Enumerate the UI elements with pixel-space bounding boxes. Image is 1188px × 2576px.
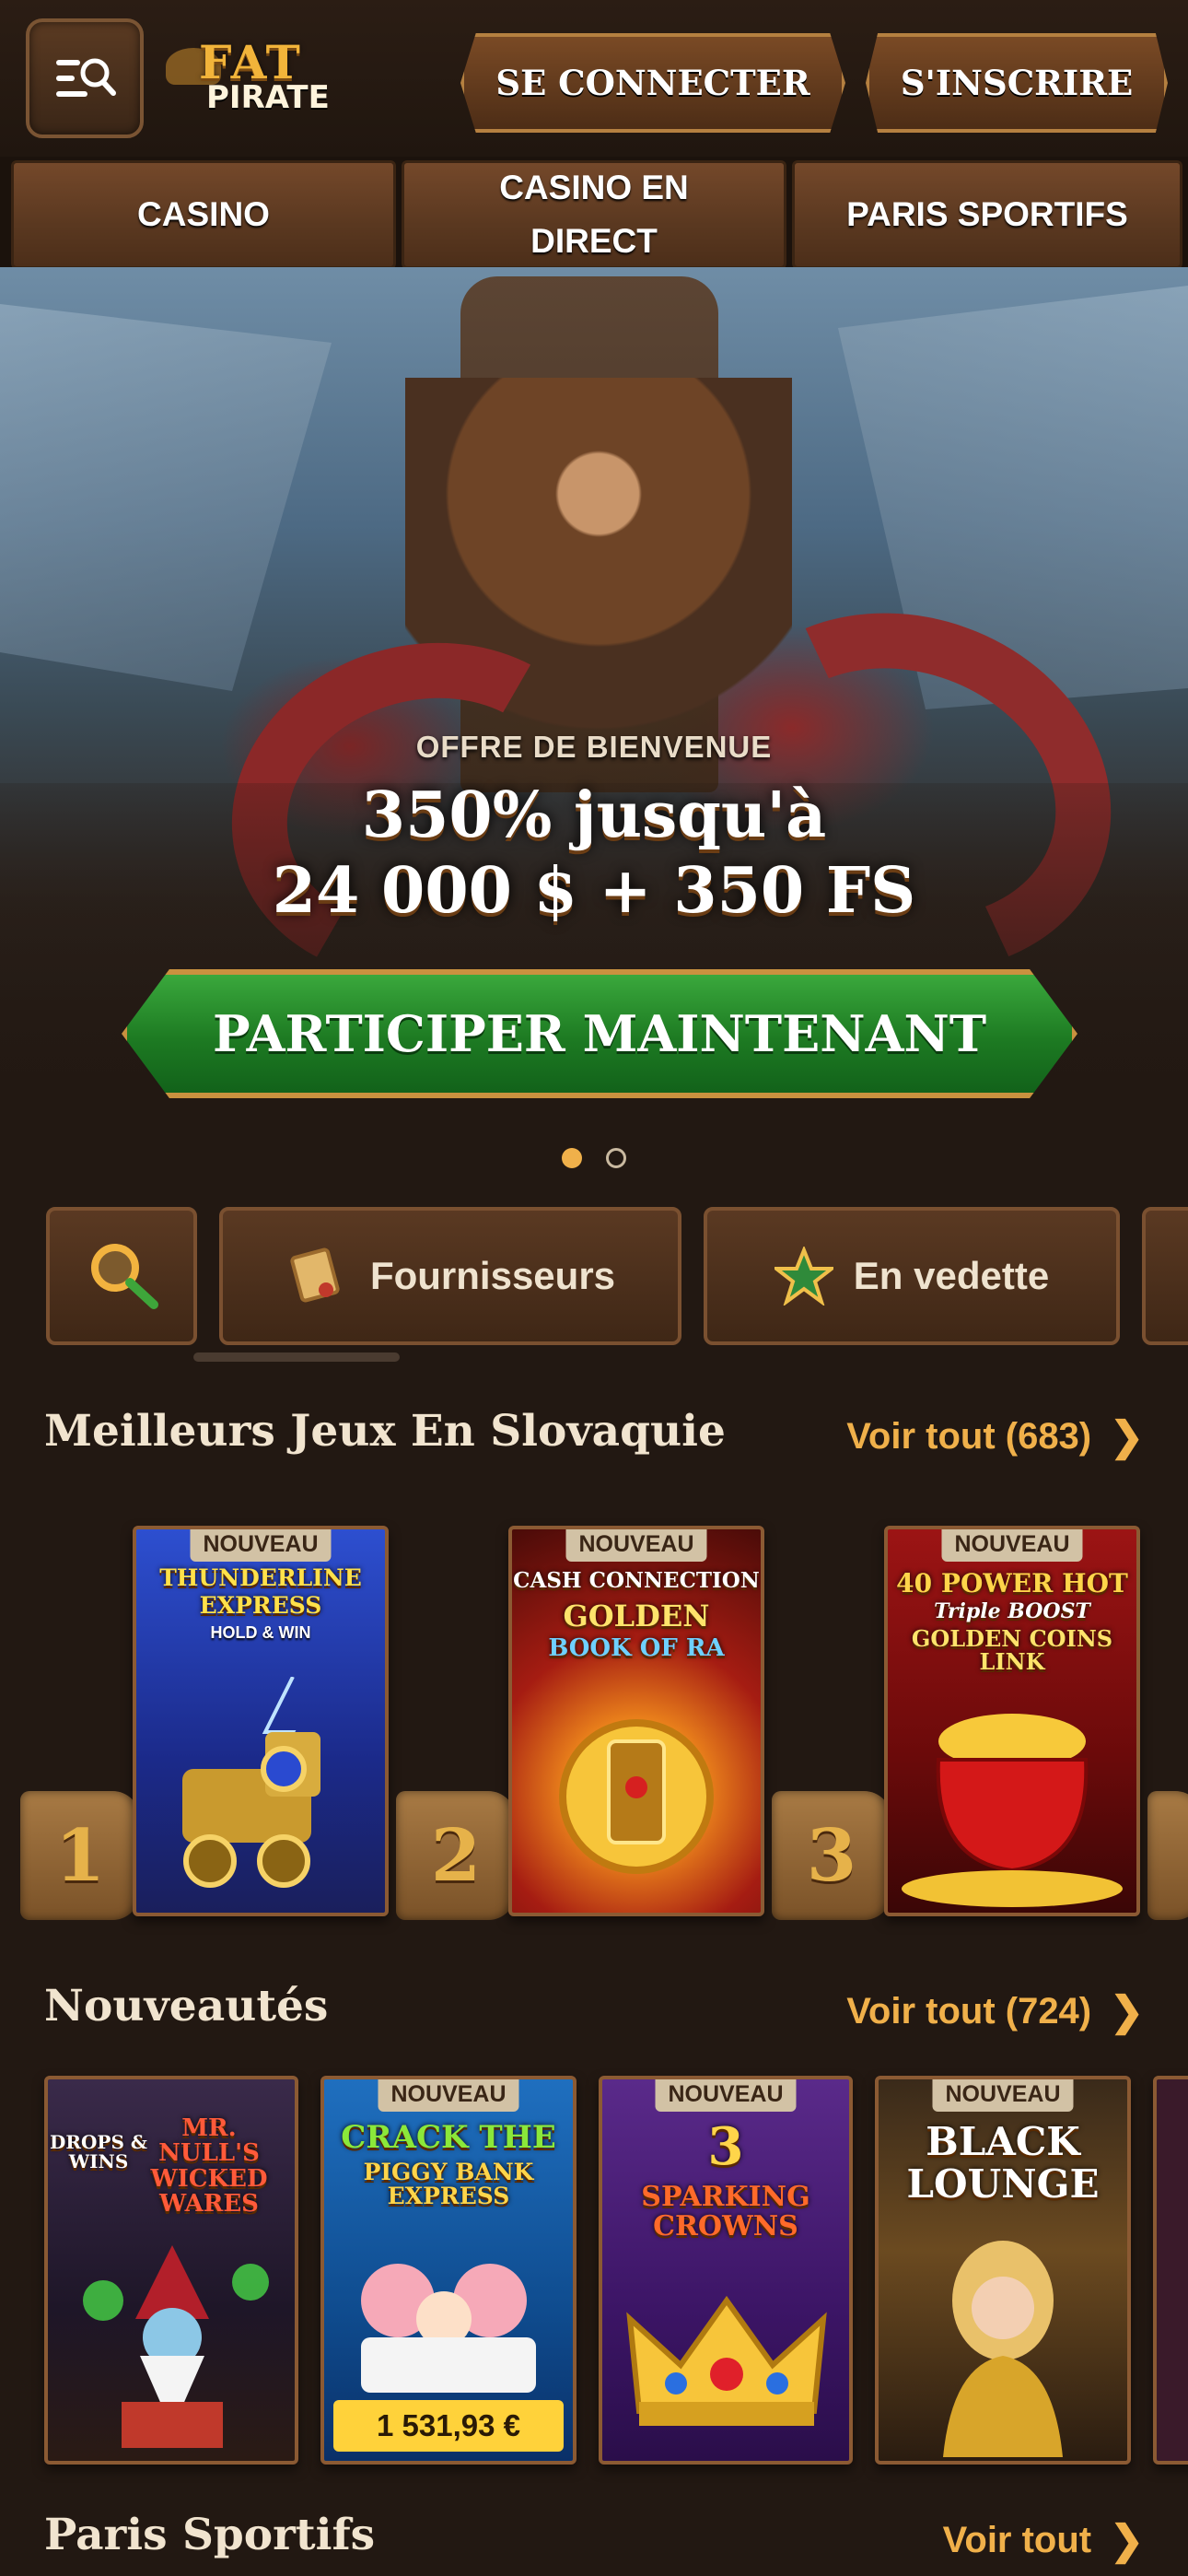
new-games-see-all-label: Voir tout (724) <box>846 1991 1092 2032</box>
new-badge: NOUVEAU <box>565 1529 707 1562</box>
top-games-title: Meilleurs Jeux En Slovaquie <box>44 1406 726 1457</box>
chevron-right-icon: ❯ <box>1110 1414 1144 1459</box>
chevron-right-icon: ❯ <box>1110 2518 1144 2563</box>
crown-image <box>626 2295 827 2426</box>
chevron-right-icon: ❯ <box>1110 1989 1144 2034</box>
game-card-40-power-hot[interactable]: NOUVEAU 40 POWER HOT Triple BOOST GOLDEN… <box>884 1526 1140 1916</box>
train-image <box>182 1677 320 1888</box>
menu-search-button[interactable] <box>26 18 144 138</box>
providers-button[interactable]: Fournisseurs <box>219 1207 681 1345</box>
game-title-line2: MR. NULL'S WICKED WARES <box>150 2114 268 2218</box>
top-games-see-all-label: Voir tout (683) <box>846 1416 1092 1457</box>
offer-line-1: 350% jusqu'à <box>361 779 827 852</box>
tab-casino[interactable]: CASINO <box>11 160 396 269</box>
join-now-button[interactable]: PARTICIPER MAINTENANT <box>122 969 1077 1098</box>
featured-label: En vedette <box>853 1254 1050 1297</box>
lady-image <box>943 2241 1063 2457</box>
game-card-crack-the-piggy-bank[interactable]: NOUVEAU CRACK THE PIGGY BANK EXPRESS 1 5… <box>320 2076 577 2465</box>
rank-badge: 1 <box>20 1791 140 1920</box>
game-subtitle: HOLD & WIN <box>210 1623 311 1642</box>
game-subtitle: GOLDEN COINS LINK <box>911 1625 1113 1676</box>
offer-kicker: OFFRE DE BIENVENUE <box>415 730 773 764</box>
search-button[interactable] <box>46 1207 197 1345</box>
search-icon <box>91 1244 158 1309</box>
tab-live-casino-label: CASINO EN DIRECT <box>499 169 689 260</box>
header: FAT PIRATE SE CONNECTER S'INSCRIRE <box>0 0 1188 157</box>
game-card-black-lounge[interactable]: NOUVEAU BLACK LOUNGE <box>875 2076 1131 2465</box>
top-games-see-all[interactable]: Voir tout (683) ❯ <box>846 1413 1144 1460</box>
piggy-characters-image <box>361 2264 536 2393</box>
game-title-line2: LOUNGE <box>906 2161 1100 2207</box>
jackpot-amount: 1 531,93 € <box>333 2400 564 2452</box>
rank-badge-partial <box>1147 1791 1188 1920</box>
game-subtitle: BOOK OF RA <box>548 1634 725 1662</box>
tab-sports-betting[interactable]: PARIS SPORTIFS <box>792 160 1182 269</box>
new-badge: NOUVEAU <box>378 2079 519 2112</box>
register-button[interactable]: S'INSCRIRE <box>866 33 1168 133</box>
featured-button[interactable]: En vedette <box>704 1207 1120 1345</box>
ship-sail-left <box>0 304 332 691</box>
rank-badge: 2 <box>396 1791 516 1920</box>
new-badge: NOUVEAU <box>655 2079 797 2112</box>
sports-see-all[interactable]: Voir tout ❯ <box>943 2517 1144 2564</box>
scroll-icon <box>290 1247 340 1303</box>
game-title-line1: 3 <box>707 2116 744 2177</box>
game-card-partial[interactable] <box>1153 2076 1188 2465</box>
carousel-dot-active[interactable] <box>562 1148 582 1168</box>
game-title-line1: THUNDERLINE <box>159 1564 362 1591</box>
game-title-line1: 40 POWER HOT <box>896 1568 1128 1598</box>
new-badge: NOUVEAU <box>932 2079 1074 2112</box>
game-title-line2: SPARKING CROWNS <box>641 2181 810 2242</box>
gold-pot-image <box>902 1714 1123 1907</box>
rank-badge: 3 <box>772 1791 891 1920</box>
carousel-dot[interactable] <box>606 1148 626 1168</box>
new-badge: NOUVEAU <box>941 1529 1083 1562</box>
game-title-line1: BLACK <box>926 2119 1080 2164</box>
logo[interactable]: FAT PIRATE <box>166 35 359 118</box>
offer-line-2: 24 000 $ + 350 FS <box>272 854 916 928</box>
game-title-line2: GOLDEN <box>563 1598 710 1633</box>
tab-live-casino[interactable]: CASINO EN DIRECT <box>402 160 786 269</box>
game-card-wicked-wares[interactable]: DROPS & WINS MR. NULL'S WICKED WARES <box>44 2076 298 2465</box>
star-icon <box>774 1247 833 1306</box>
game-title-line2: PIGGY BANK EXPRESS <box>363 2159 534 2210</box>
more-filter-button[interactable] <box>1142 1207 1188 1345</box>
game-card-thunderline[interactable]: NOUVEAU THUNDERLINE EXPRESS HOLD & WIN <box>133 1526 389 1916</box>
hero-banner[interactable]: OFFRE DE BIENVENUE 350% jusqu'à 24 000 $… <box>0 267 1188 1188</box>
game-title-line2: Triple BOOST <box>934 1599 1090 1623</box>
golden-book-image <box>559 1719 714 1874</box>
login-button[interactable]: SE CONNECTER <box>460 33 845 133</box>
new-badge: NOUVEAU <box>190 1529 332 1562</box>
wizard-image <box>83 2245 269 2448</box>
main-nav: CASINO CASINO EN DIRECT PARIS SPORTIFS <box>0 157 1188 269</box>
new-games-title: Nouveautés <box>44 1981 329 2032</box>
menu-search-icon <box>56 58 116 97</box>
game-title-line1: CASH CONNECTION <box>513 1568 760 1593</box>
game-title-line2: EXPRESS <box>199 1592 322 1619</box>
game-card-sparking-crowns[interactable]: NOUVEAU 3 SPARKING CROWNS <box>599 2076 853 2465</box>
sports-see-all-label: Voir tout <box>942 2520 1092 2560</box>
game-title-line1: CRACK THE <box>341 2119 556 2156</box>
sports-title: Paris Sportifs <box>44 2510 376 2560</box>
game-card-golden-book-of-ra[interactable]: NOUVEAU CASH CONNECTION GOLDEN BOOK OF R… <box>508 1526 764 1916</box>
providers-label: Fournisseurs <box>369 1254 616 1297</box>
logo-bottom: PIRATE <box>206 79 330 116</box>
filter-scroll-indicator <box>193 1352 400 1362</box>
new-games-see-all[interactable]: Voir tout (724) ❯ <box>846 1988 1144 2035</box>
